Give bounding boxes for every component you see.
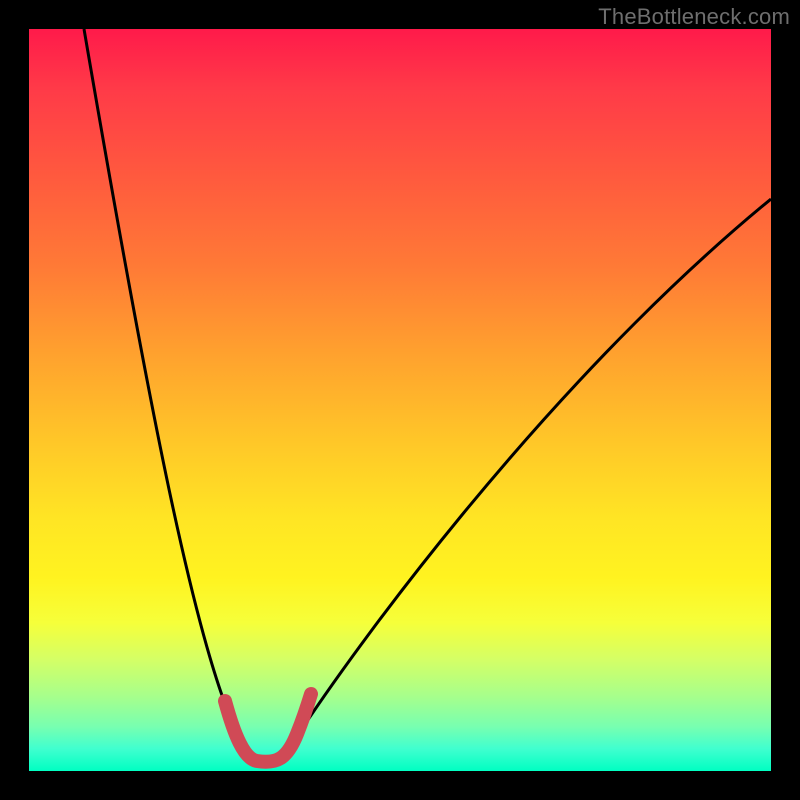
bottleneck-curve bbox=[84, 29, 771, 760]
watermark-text: TheBottleneck.com bbox=[598, 4, 790, 30]
optimal-zone-highlight bbox=[225, 694, 311, 762]
curve-overlay bbox=[29, 29, 771, 771]
